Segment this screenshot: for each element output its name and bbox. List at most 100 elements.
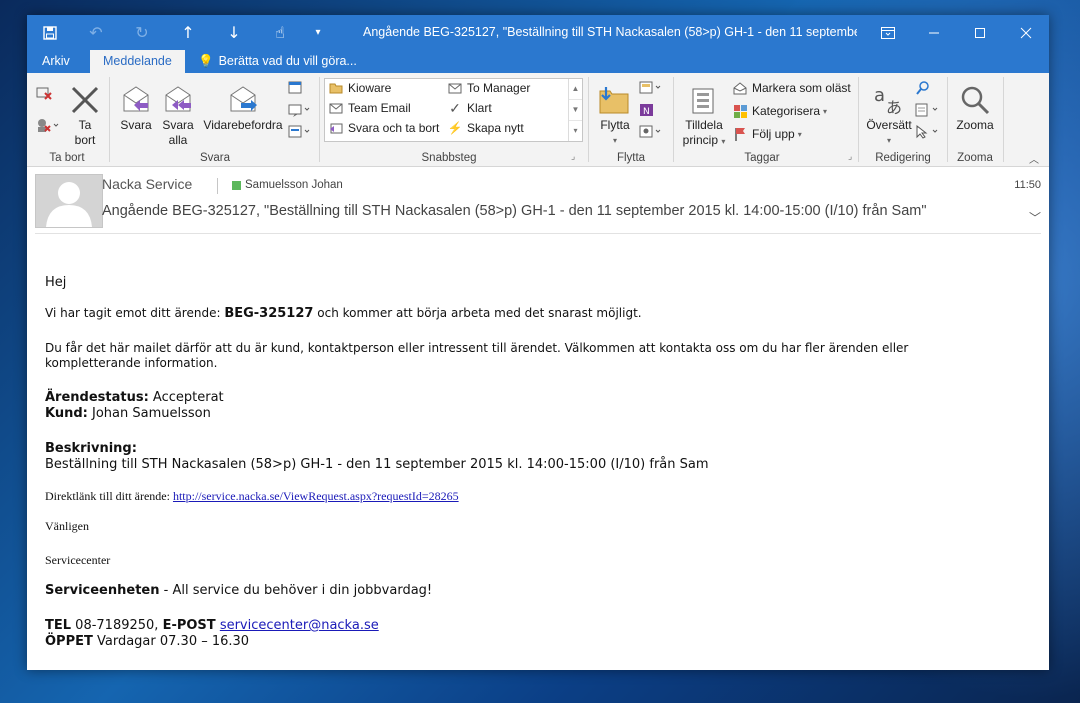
find-icon[interactable] [915, 81, 931, 98]
quick-step-team-email[interactable]: Team Email [328, 101, 411, 115]
scroll-up-icon[interactable]: ▲ [569, 79, 582, 100]
avatar [35, 174, 103, 228]
quick-step-kioware[interactable]: Kioware [328, 81, 391, 95]
assign-policy-icon [678, 79, 730, 115]
group-label-quick-steps: Snabbsteg [421, 152, 477, 164]
delete-button[interactable]: Ta bort [66, 79, 104, 148]
follow-up-button[interactable]: Följ upp ▾ [732, 127, 802, 141]
direct-link-label: Direktlänk till ditt ärende: [45, 489, 173, 503]
touch-mode-icon[interactable]: ☝ [257, 15, 303, 50]
folder-icon [328, 81, 344, 95]
assign-policy-label-1: Tilldela [685, 118, 723, 132]
group-respond: Svara Svara alla Vidarebefordra Svara [110, 73, 320, 166]
move-label: Flytta [600, 118, 630, 132]
quick-step-label: Klart [467, 101, 492, 115]
translate-button[interactable]: aあ Översätt ▾ [863, 79, 915, 148]
ribbon-display-options-icon[interactable] [865, 15, 911, 50]
quick-steps-scroller[interactable]: ▲ ▼ ▾ [568, 79, 582, 141]
more-respond-icon[interactable] [288, 125, 312, 142]
forward-button[interactable]: Vidarebefordra [200, 79, 286, 133]
close-icon[interactable] [1003, 15, 1049, 50]
envelope-arrow-icon [447, 81, 463, 95]
open-value: Vardagar 07.30 – 16.30 [92, 634, 250, 649]
team-email-icon [328, 101, 344, 115]
scroll-down-icon[interactable]: ▼ [569, 100, 582, 121]
translate-label: Översätt [866, 118, 912, 132]
group-label-respond: Svara [199, 152, 231, 164]
maximize-icon[interactable] [957, 15, 1003, 50]
reply-icon [116, 79, 156, 115]
collapse-ribbon-icon[interactable]: ︿ [1029, 151, 1039, 166]
categorize-icon [732, 104, 748, 118]
quick-step-label: Svara och ta bort [348, 121, 440, 135]
customer-value: Johan Samuelsson [87, 406, 211, 421]
zoom-button[interactable]: Zooma [951, 79, 999, 133]
unit-line: Serviceenheten - All service du behöver … [45, 583, 432, 598]
translate-dropdown-icon: ▾ [886, 136, 891, 145]
expand-gallery-icon[interactable]: ▾ [569, 121, 582, 141]
meeting-reply-icon[interactable] [288, 81, 304, 98]
next-item-icon[interactable]: ↓ [211, 15, 257, 50]
delete-label-1: Ta [78, 118, 92, 132]
magnifier-icon [951, 79, 999, 115]
tab-arkiv[interactable]: Arkiv [29, 50, 83, 73]
svg-text:a: a [874, 85, 885, 106]
checkmark-icon: ✓ [449, 99, 461, 116]
received-text-end: och kommer att börja arbeta med det snar… [313, 306, 642, 320]
ticket-id: BEG-325127 [224, 306, 314, 321]
onenote-icon[interactable]: N [639, 103, 655, 120]
signature-center: Servicecenter [45, 553, 111, 567]
categorize-button[interactable]: Kategorisera ▾ [732, 104, 827, 118]
undo-icon[interactable]: ↶ [73, 15, 119, 50]
customize-toolbar-icon[interactable]: ▾ [303, 15, 333, 50]
description-value: Beställning till STH Nackasalen (58>p) G… [45, 457, 709, 472]
mark-unread-button[interactable]: Markera som oläst [732, 81, 851, 95]
im-reply-icon[interactable] [288, 103, 312, 120]
status-value: Accepterat [148, 390, 224, 405]
quick-step-to-manager[interactable]: To Manager [447, 81, 530, 95]
greeting: Hej [45, 275, 67, 290]
customer-line: Kund: Johan Samuelsson [45, 406, 211, 421]
expand-header-icon[interactable]: ﹀ [1029, 209, 1041, 226]
regards: Vänligen [45, 519, 89, 533]
save-icon[interactable] [27, 15, 73, 50]
tell-me-text: Berätta vad du vill göra... [218, 54, 357, 68]
rules-icon[interactable] [639, 81, 663, 98]
actions-icon[interactable] [639, 125, 663, 142]
minimize-icon[interactable] [911, 15, 957, 50]
quick-step-create-new[interactable]: ⚡ Skapa nytt [447, 121, 524, 135]
description-heading: Beskrivning: [45, 441, 137, 456]
group-editing: aあ Översätt ▾ Redigering [859, 73, 947, 166]
group-label-editing: Redigering [875, 152, 931, 164]
quick-step-reply-delete[interactable]: Svara och ta bort [328, 121, 439, 135]
junk-icon[interactable] [35, 117, 61, 136]
reply-delete-icon [328, 121, 344, 135]
unit-tagline: - All service du behöver i din jobbvarda… [159, 583, 433, 598]
previous-item-icon[interactable]: ↑ [165, 15, 211, 50]
envelope-unread-icon [732, 81, 748, 95]
quick-step-klart[interactable]: ✓ Klart [447, 99, 492, 116]
tab-meddelande[interactable]: Meddelande [90, 50, 185, 73]
reply-all-button[interactable]: Svara alla [158, 79, 198, 148]
redo-icon[interactable]: ↻ [119, 15, 165, 50]
direct-link[interactable]: http://service.nacka.se/ViewRequest.aspx… [173, 489, 459, 503]
opening-hours-line: ÖPPET Vardagar 07.30 – 16.30 [45, 634, 249, 649]
lightning-icon: ⚡ [447, 121, 463, 135]
email-label: E-POST [162, 618, 216, 633]
select-icon[interactable] [915, 124, 941, 142]
sender-name[interactable]: Nacka Service [102, 176, 192, 192]
reply-button[interactable]: Svara [116, 79, 156, 133]
group-tags: Tilldela princip ▾ Markera som oläst Kat… [674, 73, 858, 166]
translate-icon: aあ [863, 79, 915, 115]
dialog-launcher-icon[interactable]: ⌟ [848, 151, 852, 162]
reply-all-label-2: alla [168, 133, 188, 147]
recipient-name: Samuelsson Johan [245, 179, 343, 191]
related-icon[interactable] [915, 103, 941, 120]
ignore-icon[interactable] [35, 85, 53, 104]
tell-me-box[interactable]: 💡 Berätta vad du vill göra... [185, 50, 370, 73]
recipient[interactable]: Samuelsson Johan [232, 179, 343, 191]
move-button[interactable]: Flytta ▾ [593, 79, 637, 148]
dialog-launcher-icon[interactable]: ⌟ [571, 151, 575, 162]
assign-policy-button[interactable]: Tilldela princip ▾ [678, 79, 730, 149]
email-link[interactable]: servicecenter@nacka.se [220, 618, 379, 633]
